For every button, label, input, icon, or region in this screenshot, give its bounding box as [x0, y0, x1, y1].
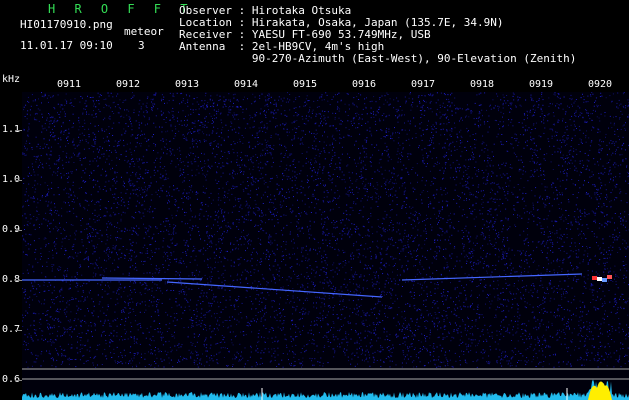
x-tick-label: 0919	[529, 79, 554, 90]
meteor-echo	[592, 276, 597, 280]
x-tick-label: 0914	[234, 79, 259, 90]
meteor-echo	[597, 277, 602, 281]
app-title: H R O F F T	[48, 2, 194, 16]
y-tick-mark	[15, 280, 22, 281]
y-tick-mark	[15, 180, 22, 181]
datetime: 11.01.17 09:10	[20, 39, 113, 52]
x-tick-label: 0916	[352, 79, 377, 90]
filename: HI01170910.png	[20, 18, 113, 31]
x-tick-label: 0917	[411, 79, 436, 90]
x-tick-label: 0920	[588, 79, 613, 90]
x-tick-label: 0912	[116, 79, 141, 90]
x-tick-label: 0915	[293, 79, 318, 90]
antenna-line-2: 90-270-Azimuth (East-West), 90-Elevation…	[179, 52, 577, 65]
y-tick-mark	[15, 330, 22, 331]
y-tick-mark	[15, 130, 22, 131]
meteor-echo	[602, 278, 607, 282]
spectrogram	[22, 92, 629, 400]
y-tick-mark	[15, 380, 22, 381]
x-tick-label: 0918	[470, 79, 495, 90]
y-unit-label: kHz	[2, 74, 21, 85]
meteor-count: 3	[138, 39, 145, 52]
x-tick-label: 0913	[175, 79, 200, 90]
y-tick-mark	[15, 230, 22, 231]
meteor-echo	[607, 275, 612, 279]
meteor-label: meteor	[124, 25, 164, 38]
x-tick-label: 0911	[57, 79, 82, 90]
